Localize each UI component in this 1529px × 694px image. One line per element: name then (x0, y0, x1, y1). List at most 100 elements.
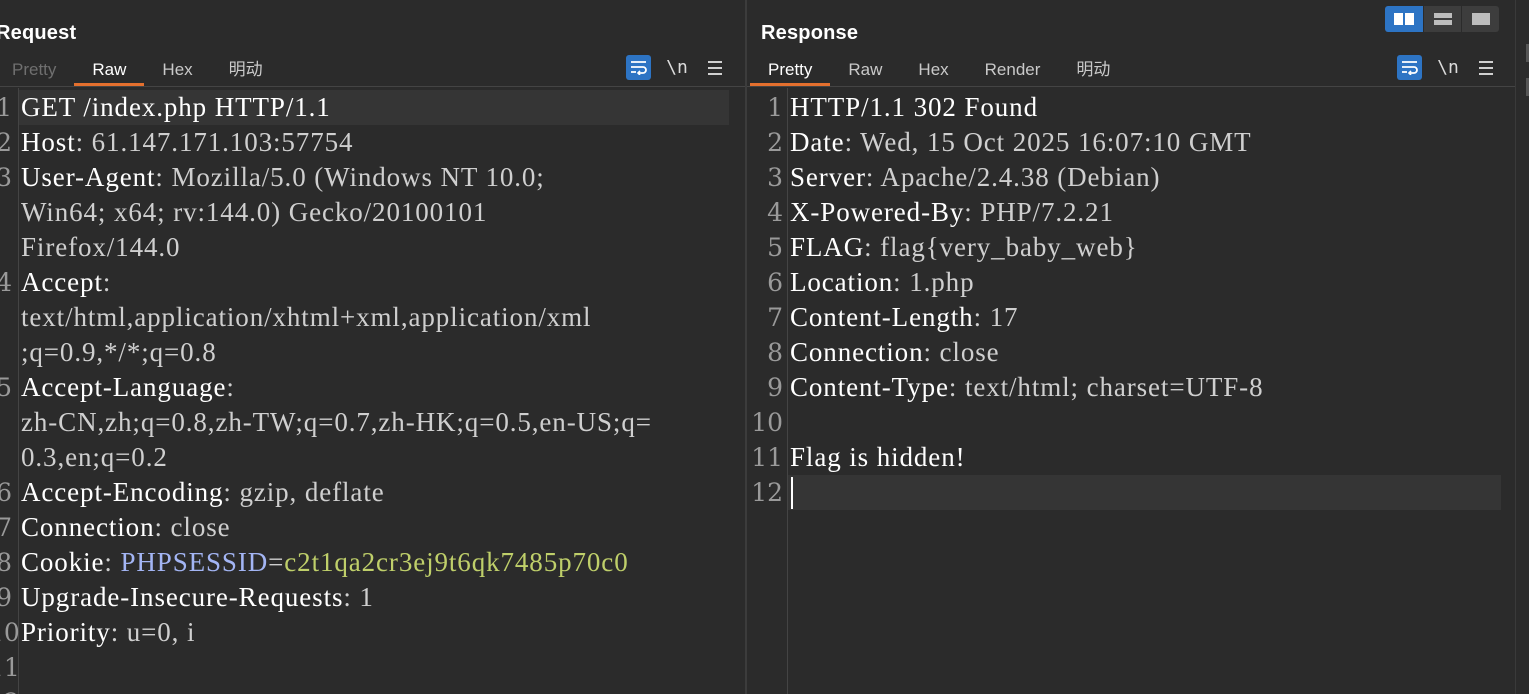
code-line[interactable]: 0.3,en;q=0.2 (21, 440, 168, 475)
response-toolbar: \n (1397, 55, 1498, 80)
code-line[interactable]: Priority: u=0, i (21, 615, 195, 650)
line-number: 8 (767, 338, 783, 367)
code-line[interactable]: Connection: close (790, 335, 1000, 370)
header-value: : PHP/7.2.21 (964, 197, 1114, 227)
wrap-lines-icon[interactable] (1397, 55, 1422, 80)
tab-response-2[interactable]: Hex (900, 54, 966, 86)
header-value: : Wed, 15 Oct 2025 16:07:10 GMT (844, 127, 1252, 157)
code-line[interactable]: User-Agent: Mozilla/5.0 (Windows NT 10.0… (21, 160, 545, 195)
header-name: Host (21, 127, 76, 157)
header-value: : u=0, i (110, 617, 196, 647)
header-name: Accept (21, 267, 103, 297)
code-line[interactable]: Cookie: PHPSESSID=c2t1qa2cr3ej9t6qk7485p… (21, 545, 629, 580)
code-line[interactable]: Accept-Encoding: gzip, deflate (21, 475, 385, 510)
line-number: 8 (0, 548, 12, 577)
response-tab-divider (747, 86, 1515, 87)
code-line[interactable]: Content-Type: text/html; charset=UTF-8 (790, 370, 1263, 405)
line-number: 2 (0, 128, 12, 157)
single-pane-layout-icon[interactable] (1461, 6, 1499, 32)
request-editor[interactable]: 1 GET /index.php HTTP/1.1 2 Host: 61.147.17… (0, 88, 746, 694)
header-name: Connection (21, 512, 155, 542)
code-line[interactable]: Flag is hidden! (790, 440, 966, 475)
line-number: 11 (751, 443, 783, 472)
response-pane: Response Pretty Raw Hex Render 明动 \n 1 HTTP/1… (747, 0, 1515, 694)
header-name: Accept-Language (21, 372, 227, 402)
wrap-lines-icon[interactable] (626, 55, 651, 80)
header-value: zh-CN,zh;q=0.8,zh-TW;q=0.7,zh-HK;q=0.5,e… (21, 407, 652, 437)
tab-response-0[interactable]: Pretty (750, 54, 831, 86)
header-name: X-Powered-By (790, 197, 965, 227)
line-number: 12 (0, 685, 20, 694)
line-number: 12 (751, 478, 783, 507)
header-name: Server (790, 162, 866, 192)
line-number: 10 (0, 618, 20, 647)
code-line[interactable]: Accept: (21, 265, 111, 300)
tab-response-3[interactable]: Render (967, 54, 1059, 86)
code-line[interactable]: Date: Wed, 15 Oct 2025 16:07:10 GMT (790, 125, 1252, 160)
code-line[interactable]: Content-Length: 17 (790, 300, 1018, 335)
line-number: 2 (767, 128, 783, 157)
newline-toggle-icon[interactable]: \n (665, 57, 689, 78)
header-value: : close (923, 337, 1000, 367)
request-pane: Request Pretty Raw Hex 明动 \n 1 GET /index.ph… (0, 0, 746, 694)
code-line[interactable]: Upgrade-Insecure-Requests: 1 (21, 580, 374, 615)
code-line[interactable]: ;q=0.9,*/*;q=0.8 (21, 335, 217, 370)
header-name: Priority (21, 617, 111, 647)
code-line[interactable]: GET /index.php HTTP/1.1 (21, 90, 331, 125)
code-line[interactable]: Location: 1.php (790, 265, 974, 300)
tab-response-4[interactable]: 明动 (1058, 54, 1128, 86)
code-line[interactable]: Win64; x64; rv:144.0) Gecko/20100101 (21, 195, 487, 230)
header-value: : gzip, deflate (223, 477, 385, 507)
line-number: 5 (767, 233, 783, 262)
header-name: Cookie (21, 547, 105, 577)
line-number: 5 (0, 373, 12, 402)
code-line[interactable]: HTTP/1.1 302 Found (790, 90, 1038, 125)
response-gutter-divider (787, 88, 788, 694)
header-value: text/html,application/xhtml+xml,applicat… (21, 302, 592, 332)
cookie-name: PHPSESSID (120, 547, 269, 577)
code-line[interactable]: Connection: close (21, 510, 231, 545)
header-name: Date (790, 127, 845, 157)
code-line[interactable]: FLAG: flag{very_baby_web} (790, 230, 1138, 265)
header-name: HTTP/1.1 302 Found (790, 92, 1038, 122)
newline-toggle-icon[interactable]: \n (1436, 57, 1460, 78)
code-line[interactable]: Host: 61.147.171.103:57754 (21, 125, 353, 160)
header-value: ;q=0.9,*/*;q=0.8 (21, 337, 217, 367)
header-value: Firefox/144.0 (21, 232, 181, 262)
response-title: Response (761, 22, 859, 44)
code-line[interactable]: X-Powered-By: PHP/7.2.21 (790, 195, 1114, 230)
hamburger-menu-icon[interactable] (703, 56, 727, 80)
tab-request-2[interactable]: Hex (144, 54, 210, 86)
inspector-collapsed-strip[interactable] (1515, 0, 1529, 694)
code-line[interactable]: text/html,application/xhtml+xml,applicat… (21, 300, 591, 335)
line-number: 4 (767, 198, 783, 227)
code-line[interactable]: Server: Apache/2.4.38 (Debian) (790, 160, 1160, 195)
tab-request-0[interactable]: Pretty (0, 54, 74, 86)
line-number: 6 (767, 268, 783, 297)
cookie-value: c2t1qa2cr3ej9t6qk7485p70c0 (284, 547, 629, 577)
tab-response-1[interactable]: Raw (830, 54, 900, 86)
header-name: User-Agent (21, 162, 156, 192)
line-number: 3 (767, 163, 783, 192)
code-line[interactable]: Accept-Language: (21, 370, 235, 405)
header-name: Upgrade-Insecure-Requests (21, 582, 344, 612)
header-name: Content-Type (790, 372, 949, 402)
hamburger-menu-icon[interactable] (1474, 56, 1498, 80)
line-number: 7 (767, 303, 783, 332)
side-by-side-layout-icon[interactable] (1385, 6, 1423, 32)
cookie-equals: = (268, 547, 285, 577)
line-number: 1 (767, 93, 783, 122)
code-line[interactable]: zh-CN,zh;q=0.8,zh-TW;q=0.7,zh-HK;q=0.5,e… (21, 405, 652, 440)
line-number: 9 (767, 373, 783, 402)
header-value: : text/html; charset=UTF-8 (948, 372, 1264, 402)
code-line[interactable]: Firefox/144.0 (21, 230, 180, 265)
header-name: Connection (790, 337, 924, 367)
tab-request-1[interactable]: Raw (74, 54, 145, 86)
response-editor[interactable]: 1 HTTP/1.1 302 Found 2 Date: Wed, 15 Oct 20… (747, 88, 1515, 694)
tab-request-3[interactable]: 明动 (211, 54, 281, 86)
header-name: Accept-Encoding (21, 477, 224, 507)
header-value: : 1 (343, 582, 374, 612)
line-number: 7 (0, 513, 12, 542)
stacked-layout-icon[interactable] (1423, 6, 1461, 32)
header-value: : 1.php (893, 267, 975, 297)
